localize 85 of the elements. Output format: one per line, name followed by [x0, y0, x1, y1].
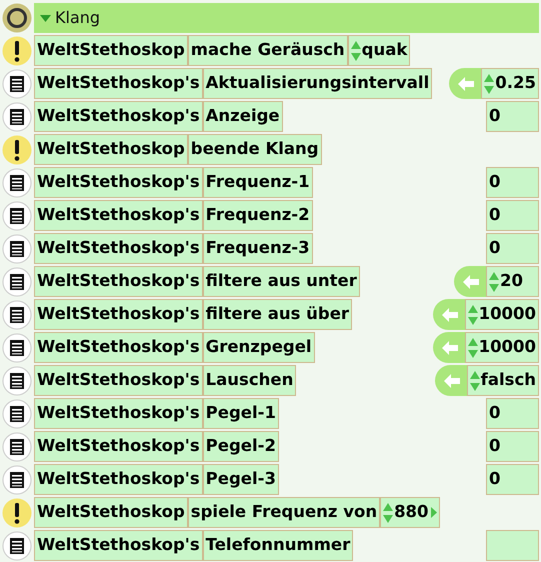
property-tile[interactable]: Telefonnummer: [202, 530, 354, 561]
object-tile[interactable]: WeltStethoskop: [34, 497, 188, 528]
property-tile[interactable]: Pegel-2: [202, 431, 279, 462]
circle-icon[interactable]: [2, 3, 32, 33]
object-tile[interactable]: WeltStethoskop's: [34, 233, 203, 264]
property-tile[interactable]: Anzeige: [202, 101, 283, 132]
object-tile[interactable]: WeltStethoskop's: [34, 530, 203, 561]
property-tile[interactable]: filtere aus unter: [202, 266, 360, 297]
command-tile[interactable]: spiele Frequenz von: [188, 497, 380, 528]
value-text: 0: [489, 237, 500, 260]
property-tile[interactable]: Grenzpegel: [202, 332, 315, 363]
menu-icon[interactable]: [2, 300, 32, 330]
object-tile[interactable]: WeltStethoskop: [34, 35, 188, 66]
value-field[interactable]: 0: [486, 464, 539, 495]
object-tile[interactable]: WeltStethoskop's: [34, 167, 203, 198]
property-tile[interactable]: filtere aus über: [202, 299, 352, 330]
value-text: 0: [489, 204, 500, 226]
exclamation-icon[interactable]: [2, 36, 32, 66]
argument-tile[interactable]: quak: [348, 35, 410, 66]
left-arrow-icon: [440, 340, 459, 356]
menu-icon[interactable]: [2, 398, 32, 428]
category-header[interactable]: Klang: [34, 3, 539, 33]
command-tile[interactable]: beende Klang: [188, 134, 322, 165]
left-arrow-icon: [442, 372, 461, 388]
value-field[interactable]: 0.25: [481, 68, 539, 99]
menu-icon[interactable]: [2, 366, 32, 396]
object-tile[interactable]: WeltStethoskop's: [34, 266, 203, 297]
argument-tile[interactable]: 880: [380, 497, 440, 528]
property-tile[interactable]: Frequenz-2: [202, 200, 313, 231]
object-tile[interactable]: WeltStethoskop's: [34, 68, 203, 99]
header-title: Klang: [55, 7, 100, 29]
value-field[interactable]: 0: [486, 398, 539, 429]
property-tile[interactable]: Aktualisierungsintervall: [202, 68, 432, 99]
value-field[interactable]: 0: [486, 431, 539, 462]
value-text: 10000: [478, 336, 536, 358]
object-tile[interactable]: WeltStethoskop's: [34, 398, 203, 429]
value-text: 0: [489, 468, 500, 490]
menu-icon[interactable]: [2, 102, 32, 132]
menu-icon[interactable]: [2, 332, 32, 362]
value-field[interactable]: 10000: [464, 332, 539, 363]
value-field[interactable]: 0: [486, 167, 539, 198]
value-field[interactable]: falsch: [466, 365, 539, 396]
command-tile[interactable]: mache Geräusch: [188, 35, 348, 66]
argument-value[interactable]: quak: [362, 38, 408, 63]
exclamation-icon[interactable]: [2, 134, 32, 164]
value-text: 10000: [478, 303, 536, 326]
object-tile[interactable]: WeltStethoskop's: [34, 101, 203, 132]
menu-icon[interactable]: [2, 432, 32, 462]
value-field[interactable]: 10000: [464, 299, 539, 330]
value-field[interactable]: 0: [486, 101, 539, 132]
object-tile[interactable]: WeltStethoskop's: [34, 431, 203, 462]
menu-icon[interactable]: [2, 68, 32, 98]
object-tile[interactable]: WeltStethoskop's: [34, 365, 203, 396]
menu-icon[interactable]: [2, 168, 32, 198]
left-arrow-icon: [462, 274, 480, 290]
object-tile[interactable]: WeltStethoskop's: [34, 200, 203, 231]
left-arrow-icon: [457, 76, 476, 92]
value-text: falsch: [480, 369, 536, 392]
value-text: 0.25: [495, 72, 536, 94]
object-tile[interactable]: WeltStethoskop: [34, 134, 188, 165]
menu-icon[interactable]: [2, 464, 32, 494]
value-field[interactable]: 20: [486, 266, 539, 297]
value-text: 0: [489, 171, 500, 194]
property-tile[interactable]: Frequenz-3: [202, 233, 313, 264]
property-tile[interactable]: Frequenz-1: [202, 167, 313, 198]
value-field[interactable]: [486, 530, 539, 561]
exclamation-icon[interactable]: [2, 498, 32, 528]
menu-icon[interactable]: [2, 266, 32, 296]
argument-value[interactable]: 880: [394, 500, 429, 525]
value-text: 20: [500, 270, 523, 292]
value-field[interactable]: 0: [486, 200, 539, 231]
left-arrow-icon: [440, 306, 459, 322]
object-tile[interactable]: WeltStethoskop's: [34, 464, 203, 495]
value-field[interactable]: 0: [486, 233, 539, 264]
value-text: 0: [489, 402, 500, 424]
menu-icon[interactable]: [2, 530, 32, 560]
object-tile[interactable]: WeltStethoskop's: [34, 332, 203, 363]
value-text: 0: [489, 105, 500, 128]
menu-icon[interactable]: [2, 200, 32, 230]
property-tile[interactable]: Pegel-1: [202, 398, 279, 429]
value-text: 0: [489, 435, 500, 458]
property-tile[interactable]: Pegel-3: [202, 464, 279, 495]
property-tile[interactable]: Lauschen: [202, 365, 296, 396]
object-tile[interactable]: WeltStethoskop's: [34, 299, 203, 330]
menu-icon[interactable]: [2, 234, 32, 264]
